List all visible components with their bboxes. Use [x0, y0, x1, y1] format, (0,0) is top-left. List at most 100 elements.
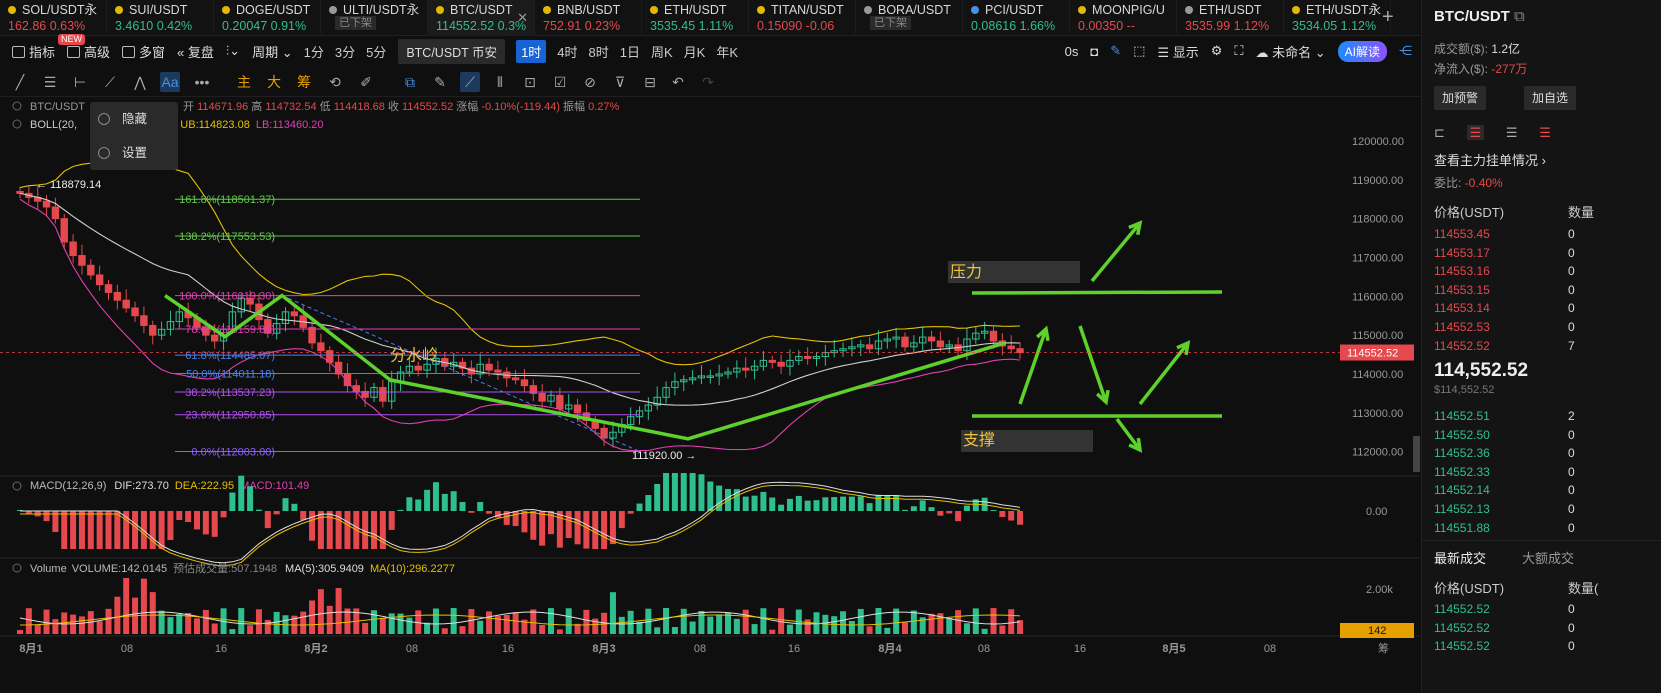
expand-icon[interactable]: ⬚ — [1133, 43, 1145, 59]
symbol-tab[interactable]: SUI/USDT 3.4610 0.42% — [107, 0, 214, 36]
symbol-tab[interactable]: ETH/USDT 3535.99 1.12% — [1177, 0, 1284, 36]
symbol-tab[interactable]: ETH/USDT 3535.45 1.11% — [642, 0, 749, 36]
symbol-tab[interactable]: SOL/USDT永 162.86 0.63% — [0, 0, 107, 36]
period-dropdown[interactable]: 周期 ⌄ — [252, 42, 293, 61]
ob-mode-all-icon[interactable]: ⊏ — [1434, 125, 1445, 140]
gear-icon[interactable]: ⚙ — [1211, 43, 1223, 59]
big-trades-tab[interactable]: 大额成交 — [1522, 548, 1574, 567]
add-tab-icon[interactable]: + — [1382, 6, 1394, 29]
tf-week[interactable]: 周K — [651, 42, 673, 61]
tf-3m[interactable]: 3分 — [335, 42, 355, 61]
symbol-tab[interactable]: BORA/USDT 已下架 — [856, 0, 963, 36]
ask-price[interactable]: 114552.53 — [1434, 320, 1490, 334]
tf-4h[interactable]: 4时 — [557, 42, 577, 61]
menu-settings[interactable]: 设置 — [90, 136, 178, 170]
symbol-tab[interactable]: ETH/USDT永 3534.05 1.12% — [1284, 0, 1391, 36]
bid-price[interactable]: 114552.14 — [1434, 483, 1490, 497]
draw-mode-icon[interactable]: ⟋ — [460, 72, 480, 92]
bid-price[interactable]: 114552.36 — [1434, 446, 1490, 460]
trash-icon[interactable]: ⊟ — [640, 72, 660, 92]
trendline-icon[interactable]: ╱ — [10, 72, 30, 92]
filter-icon[interactable]: ⊽ — [610, 72, 630, 92]
ask-price[interactable]: 114553.45 — [1434, 227, 1490, 241]
ask-price[interactable]: 114553.17 — [1434, 246, 1490, 260]
chart-area[interactable]: BTC/USDT 开 114671.96 高 114732.54 低 114418… — [0, 98, 1420, 693]
tf-month[interactable]: 月K — [684, 42, 706, 61]
pen-icon[interactable]: ✎ — [1110, 43, 1121, 59]
more-icon[interactable]: ••• — [192, 72, 212, 92]
copy-icon[interactable]: ⧉ — [400, 72, 420, 92]
replay-button[interactable]: « 复盘 — [177, 42, 214, 61]
candle-icon[interactable]: ⫴ — [490, 72, 510, 92]
main-tool[interactable]: 主 — [234, 72, 254, 92]
ob-mode-bids-icon[interactable]: ☰ — [1506, 125, 1518, 140]
ask-price[interactable]: 114552.52 — [1434, 339, 1490, 353]
boll-ub: UB:114823.08 — [180, 119, 250, 131]
symbol-tab[interactable]: BNB/USDT 752.91 0.23% — [535, 0, 642, 36]
layout-save-dropdown[interactable]: ☁ 未命名 ⌄ — [1256, 42, 1326, 61]
ob-mode-asks-icon[interactable]: ☰ — [1539, 125, 1551, 140]
symbol-tab[interactable]: PCI/USDT 0.08616 1.66% — [963, 0, 1070, 36]
brush-icon[interactable]: ✐ — [356, 72, 376, 92]
symbol-tab[interactable]: DOGE/USDT 0.20047 0.91% — [214, 0, 321, 36]
symbol-tab[interactable]: ULTI/USDT永 已下架 — [321, 0, 428, 36]
macd-bar-up — [813, 500, 820, 511]
ask-price[interactable]: 114553.16 — [1434, 264, 1490, 278]
share-icon[interactable]: ⋲ — [1399, 43, 1412, 59]
trade-price[interactable]: 114552.52 — [1434, 621, 1490, 635]
hline-icon[interactable]: ☰ — [40, 72, 60, 92]
magnet-icon[interactable]: ⊘ — [580, 72, 600, 92]
symbol-tab[interactable]: MOONPIG/U 0.00350 -- — [1070, 0, 1177, 36]
bid-price[interactable]: 114552.13 — [1434, 502, 1490, 516]
view-main-orders-link[interactable]: 查看主力挂单情况 › — [1434, 150, 1546, 169]
bid-price[interactable]: 114551.88 — [1434, 521, 1490, 535]
symbol-tab[interactable]: BTC/USDT 114552.52 0.3% ✕ — [428, 0, 535, 36]
bid-price[interactable]: 114552.33 — [1434, 465, 1490, 479]
edit-icon[interactable]: ☑ — [550, 72, 570, 92]
camera-icon[interactable]: ◘ — [1090, 44, 1098, 59]
add-alert-button[interactable]: 加预警 — [1434, 86, 1487, 110]
chip-tool[interactable]: 筹 — [294, 72, 314, 92]
right-symbol-text: BTC/USDT — [1434, 8, 1510, 25]
tf-year[interactable]: 年K — [716, 42, 738, 61]
undo-icon[interactable]: ↶ — [668, 72, 688, 92]
lock-icon[interactable]: ⊡ — [520, 72, 540, 92]
tf-1h[interactable]: 1时 — [516, 39, 547, 63]
bid-qty: 0 — [1568, 446, 1575, 461]
ob-mode-split-icon[interactable]: ☰ — [1466, 125, 1485, 140]
indicator-button[interactable]: 指标 NEW — [12, 33, 85, 61]
measure-icon[interactable]: ✎ — [430, 72, 450, 92]
symbol-selector[interactable]: BTC/USDT 币安 — [398, 38, 506, 64]
ai-button[interactable]: AI解读 — [1337, 40, 1387, 62]
tf-1m[interactable]: 1分 — [304, 42, 324, 61]
menu-hide[interactable]: 隐藏 — [90, 102, 178, 136]
tf-1d[interactable]: 1日 — [620, 42, 640, 61]
bid-price[interactable]: 114552.50 — [1434, 428, 1490, 442]
tab-price-value: 3.4610 — [115, 19, 154, 33]
wave-icon[interactable]: ⋀ — [130, 72, 150, 92]
trades-tab[interactable]: 最新成交 — [1434, 548, 1486, 567]
advanced-button[interactable]: 高级 — [67, 42, 110, 61]
ray-icon[interactable]: ⊢ — [70, 72, 90, 92]
macd-bar-up — [884, 495, 891, 511]
symbol-tab[interactable]: TITAN/USDT 0.15090 -0.06 — [749, 0, 856, 36]
text-icon[interactable]: Aa — [160, 72, 180, 92]
multi-window-button[interactable]: 多窗 — [122, 42, 165, 61]
display-button[interactable]: ☰ 显示 — [1157, 42, 1198, 61]
chart-type-icon[interactable]: ⫶⌄ — [226, 43, 240, 59]
bid-price[interactable]: 114552.51 — [1434, 409, 1490, 423]
tf-8h[interactable]: 8时 — [589, 42, 609, 61]
trade-price[interactable]: 114552.52 — [1434, 639, 1490, 653]
ask-price[interactable]: 114553.15 — [1434, 283, 1490, 297]
fullscreen-icon[interactable]: ⛶ — [1234, 43, 1243, 59]
close-tab-icon[interactable]: ✕ — [517, 10, 528, 26]
trade-price[interactable]: 114552.52 — [1434, 602, 1490, 616]
redo-icon[interactable]: ↷ — [698, 72, 718, 92]
ask-price[interactable]: 114553.14 — [1434, 301, 1490, 315]
add-favorite-button[interactable]: 加自选 — [1524, 86, 1577, 110]
big-tool[interactable]: 大 — [264, 72, 284, 92]
magic-icon[interactable]: ⟲ — [325, 72, 345, 92]
tf-5m[interactable]: 5分 — [366, 42, 386, 61]
ruler-icon[interactable]: ⟋ — [100, 72, 120, 92]
copy-icon[interactable]: ⧉ — [1514, 8, 1525, 25]
